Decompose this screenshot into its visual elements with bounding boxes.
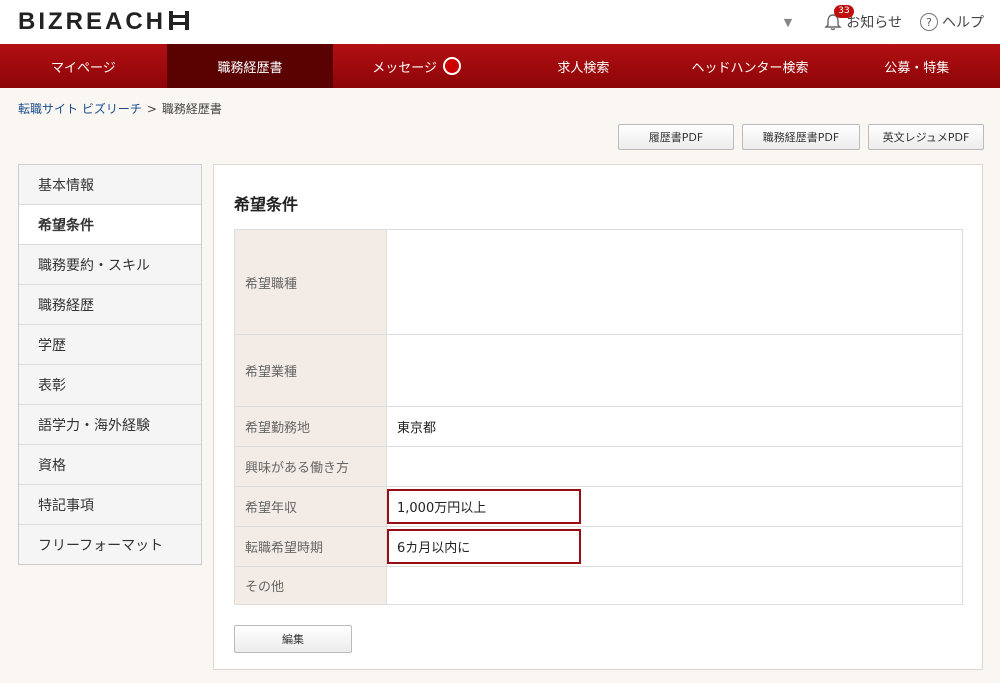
table-row: 希望年収 1,000万円以上 <box>234 486 963 527</box>
row-label: 希望勤務地 <box>234 406 387 447</box>
nav-item-resume[interactable]: 職務経歴書 <box>166 44 334 88</box>
table-row: 転職希望時期 6カ月以内に <box>234 526 963 567</box>
nav-item-messages[interactable]: メッセージ <box>333 44 500 88</box>
sidebar-item-free-format[interactable]: フリーフォーマット <box>19 525 201 564</box>
breadcrumb-home-link[interactable]: 転職サイト ビズリーチ <box>18 102 142 116</box>
highlighted-value: 6カ月以内に <box>387 529 581 564</box>
sidebar-item-awards[interactable]: 表彰 <box>19 365 201 405</box>
pdf-button-row: 履歴書PDF 職務経歴書PDF 英文レジュメPDF <box>618 124 984 150</box>
table-row: 希望職種 <box>234 229 963 335</box>
help-label: ヘルプ <box>942 15 984 31</box>
logo-text: BIZREACH <box>18 8 166 35</box>
sidebar-item-summary-skills[interactable]: 職務要約・スキル <box>19 245 201 285</box>
nav-item-headhunter-search[interactable]: ヘッドハンター検索 <box>667 44 834 88</box>
breadcrumb: 転職サイト ビズリーチ > 職務経歴書 <box>18 100 222 117</box>
sidebar-item-notes[interactable]: 特記事項 <box>19 485 201 525</box>
row-label: 希望業種 <box>234 334 387 407</box>
highlighted-value: 1,000万円以上 <box>387 489 581 524</box>
sidebar: 基本情報 希望条件 職務要約・スキル 職務経歴 学歴 表彰 語学力・海外経験 資… <box>18 164 202 565</box>
nav-messages-label: メッセージ <box>372 60 438 76</box>
sidebar-item-languages[interactable]: 語学力・海外経験 <box>19 405 201 445</box>
row-label: 転職希望時期 <box>234 526 387 567</box>
breadcrumb-separator: > <box>146 102 157 116</box>
table-row: 興味がある働き方 <box>234 446 963 487</box>
table-row: 希望業種 <box>234 334 963 407</box>
notification-count-badge: 33 <box>834 5 854 18</box>
bizreach-logo[interactable]: BIZREACH <box>18 8 190 36</box>
unread-indicator-icon <box>443 57 462 75</box>
row-value <box>386 566 963 605</box>
nav-item-job-search[interactable]: 求人検索 <box>500 44 667 88</box>
section-title: 希望条件 <box>234 195 299 214</box>
sidebar-item-work-history[interactable]: 職務経歴 <box>19 285 201 325</box>
help-icon: ? <box>920 13 938 31</box>
row-value-cell: 1,000万円以上 <box>386 486 963 527</box>
breadcrumb-current: 職務経歴書 <box>161 102 222 116</box>
row-value-cell: 6カ月以内に <box>386 526 963 567</box>
career-pdf-button[interactable]: 職務経歴書PDF <box>742 124 860 150</box>
nav-item-mypage[interactable]: マイページ <box>0 44 167 88</box>
account-dropdown-caret-icon[interactable]: ▼ <box>784 16 792 29</box>
row-value <box>386 446 963 487</box>
row-label: 興味がある働き方 <box>234 446 387 487</box>
row-value <box>386 229 963 335</box>
table-row: 希望勤務地 東京都 <box>234 406 963 447</box>
sidebar-item-certifications[interactable]: 資格 <box>19 445 201 485</box>
logo-mark-icon <box>169 11 189 30</box>
row-value: 東京都 <box>386 406 963 447</box>
row-label: その他 <box>234 566 387 605</box>
table-row: その他 <box>234 566 963 605</box>
notifications-link[interactable]: 33 お知らせ <box>824 5 902 32</box>
resume-pdf-button[interactable]: 履歴書PDF <box>618 124 734 150</box>
notifications-label: お知らせ <box>846 15 902 31</box>
conditions-table: 希望職種 希望業種 希望勤務地 東京都 興味がある働き方 希望年収 1,000万… <box>234 229 963 605</box>
english-resume-pdf-button[interactable]: 英文レジュメPDF <box>868 124 984 150</box>
help-link[interactable]: ? ヘルプ <box>920 12 984 32</box>
nav-item-features[interactable]: 公募・特集 <box>833 44 1000 88</box>
sidebar-item-basic-info[interactable]: 基本情報 <box>19 165 201 205</box>
sidebar-item-education[interactable]: 学歴 <box>19 325 201 365</box>
header: BIZREACH ▼ 33 お知らせ ? ヘルプ <box>0 0 1000 44</box>
desired-conditions-panel: 希望条件 希望職種 希望業種 希望勤務地 東京都 興味がある働き方 希望年収 1… <box>213 164 983 670</box>
row-label: 希望年収 <box>234 486 387 527</box>
edit-button[interactable]: 編集 <box>234 625 352 653</box>
row-value <box>386 334 963 407</box>
sidebar-item-desired-conditions[interactable]: 希望条件 <box>19 205 201 245</box>
row-label: 希望職種 <box>234 229 387 335</box>
main-nav: マイページ 職務経歴書 メッセージ 求人検索 ヘッドハンター検索 公募・特集 <box>0 44 1000 88</box>
